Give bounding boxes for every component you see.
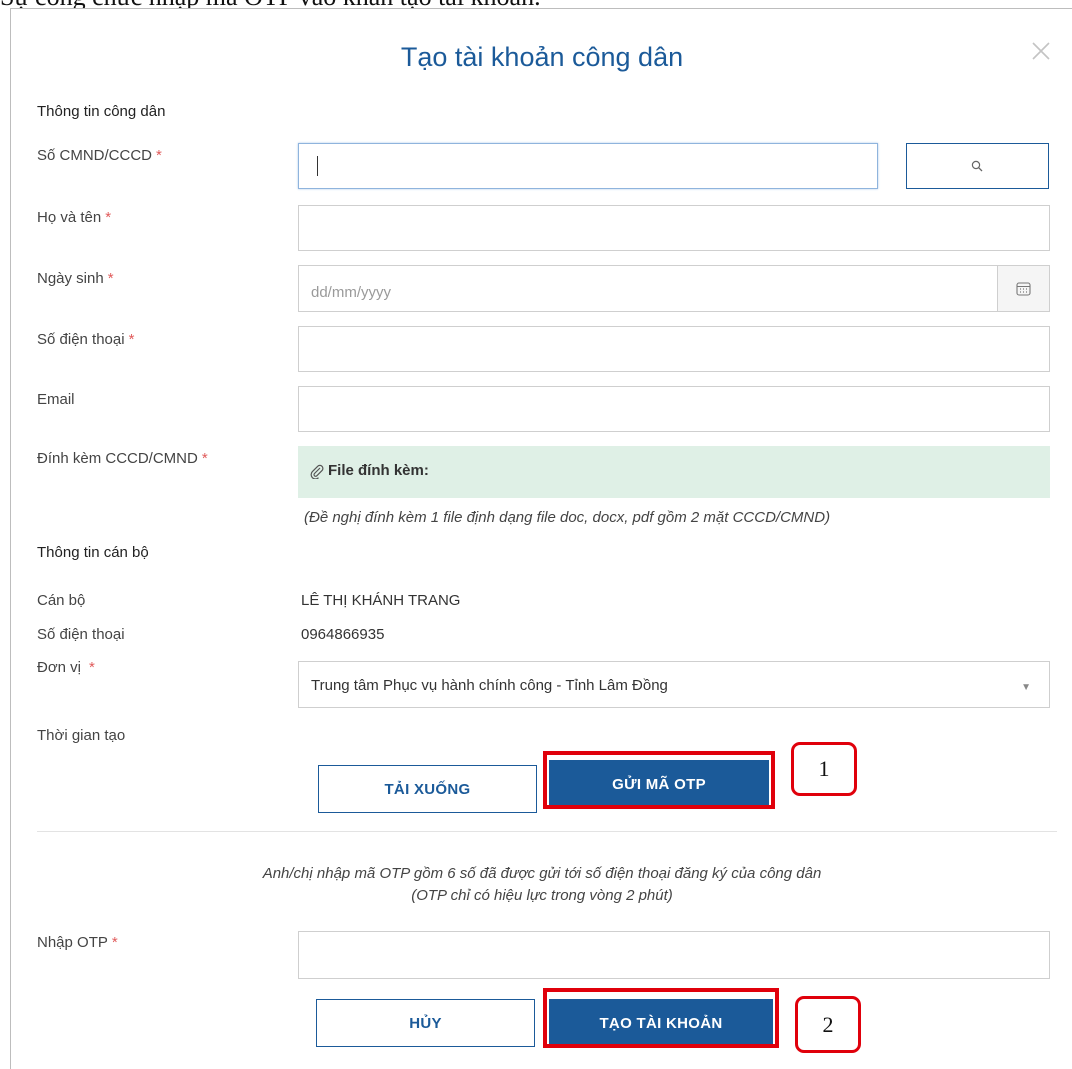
otp-notice-line1: Anh/chị nhập mã OTP gồm 6 số đã được gửi…: [262, 865, 822, 882]
otp-label: Nhập OTP *: [37, 934, 118, 951]
full-name-input[interactable]: [298, 205, 1050, 251]
officer-phone: 0964866935: [301, 626, 385, 643]
step-2-badge: 2: [795, 996, 861, 1053]
email-input[interactable]: [298, 386, 1050, 432]
otp-input[interactable]: [298, 931, 1050, 979]
id-number-label: Số CMND/CCCD *: [37, 147, 162, 164]
date-picker-button[interactable]: [997, 266, 1049, 311]
created-time-label: Thời gian tạo: [37, 727, 126, 744]
email-label: Email: [37, 391, 75, 408]
attach-label: Đính kèm CCCD/CMND *: [37, 450, 208, 467]
cancel-button[interactable]: HỦY: [316, 999, 535, 1047]
highlight-frame-create: [543, 988, 779, 1048]
full-name-label: Họ và tên *: [37, 209, 112, 226]
paperclip-icon: [310, 464, 324, 479]
text-cursor: [317, 156, 318, 176]
id-number-input[interactable]: [298, 143, 878, 189]
unit-select[interactable]: Trung tâm Phục vụ hành chính công - Tỉnh…: [298, 661, 1050, 708]
dob-label: Ngày sinh *: [37, 270, 114, 287]
download-button[interactable]: TẢI XUỐNG: [318, 765, 537, 813]
officer-phone-label: Số điện thoại: [37, 626, 125, 643]
officer-name: LÊ THỊ KHÁNH TRANG: [301, 592, 461, 609]
attach-hint: (Đề nghị đính kèm 1 file định dạng file …: [304, 509, 831, 526]
dialog-title: Tạo tài khoản công dân: [400, 42, 684, 72]
phone-label: Số điện thoại *: [37, 331, 135, 348]
step-1-badge: 1: [791, 742, 857, 796]
file-attach-label: File đính kèm:: [328, 462, 429, 479]
unit-select-value: Trung tâm Phục vụ hành chính công - Tỉnh…: [311, 677, 668, 694]
chevron-down-icon: ▼: [1021, 682, 1031, 693]
otp-notice-line2: (OTP chỉ có hiệu lực trong vòng 2 phút): [411, 887, 673, 904]
file-attach-area[interactable]: File đính kèm:: [298, 446, 1050, 498]
dob-input[interactable]: dd/mm/yyyy: [298, 265, 1050, 312]
section-divider: [37, 831, 1057, 832]
close-icon[interactable]: [1031, 41, 1051, 61]
unit-label: Đơn vị *: [37, 659, 95, 676]
search-icon: [971, 160, 983, 172]
citizen-section-title: Thông tin công dân: [37, 103, 166, 120]
phone-input[interactable]: [298, 326, 1050, 372]
search-button[interactable]: [906, 143, 1049, 189]
calendar-icon: [1016, 282, 1031, 296]
highlight-frame-send-otp: [543, 751, 775, 809]
create-account-dialog: Tạo tài khoản công dân Thông tin công dâ…: [10, 8, 1072, 1069]
officer-section-title: Thông tin cán bộ: [37, 544, 149, 561]
officer-label: Cán bộ: [37, 592, 86, 609]
dob-placeholder: dd/mm/yyyy: [311, 284, 392, 301]
